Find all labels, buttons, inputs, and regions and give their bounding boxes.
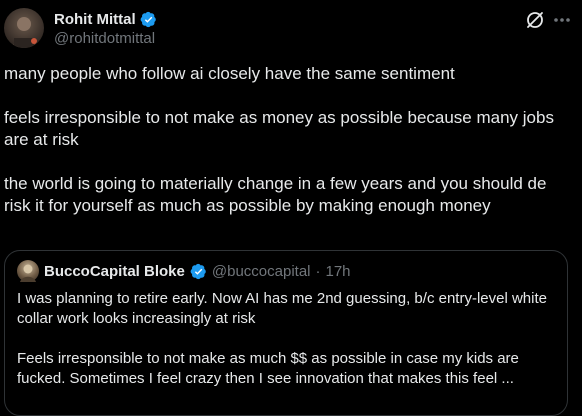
- more-icon[interactable]: [552, 10, 572, 30]
- quoted-paragraph: I was planning to retire early. Now AI h…: [17, 290, 547, 327]
- verified-badge-icon[interactable]: [140, 11, 157, 28]
- quoted-author-display-name[interactable]: BuccoCapital Bloke: [44, 263, 185, 280]
- quoted-tweet[interactable]: BuccoCapital Bloke @buccocapital · 17h I…: [4, 250, 568, 416]
- author-display-name[interactable]: Rohit Mittal: [54, 11, 136, 28]
- separator-dot: ·: [315, 262, 321, 280]
- quoted-author-avatar[interactable]: [17, 260, 39, 282]
- author-info: Rohit Mittal @rohitdotmittal: [54, 9, 157, 47]
- quoted-tweet-header: BuccoCapital Bloke @buccocapital · 17h: [17, 260, 351, 282]
- author-avatar[interactable]: [4, 8, 44, 48]
- quoted-paragraph: Feels irresponsible to not make as much …: [17, 350, 519, 387]
- author-name-row: Rohit Mittal: [54, 9, 157, 29]
- tweet-paragraph: feels irresponsible to not make as money…: [4, 108, 554, 149]
- tweet-paragraph: many people who follow ai closely have t…: [4, 64, 455, 83]
- tweet: Rohit Mittal @rohitdotmittal many people…: [0, 0, 582, 416]
- avatar-image: [12, 17, 37, 48]
- author-handle[interactable]: @rohitdotmittal: [54, 30, 157, 47]
- quoted-tweet-text: I was planning to retire early. Now AI h…: [17, 289, 557, 389]
- tweet-text: many people who follow ai closely have t…: [4, 63, 570, 217]
- verified-badge-icon[interactable]: [190, 263, 207, 280]
- quoted-author-handle[interactable]: @buccocapital: [212, 263, 311, 280]
- grok-icon[interactable]: [524, 9, 546, 31]
- quoted-tweet-timestamp[interactable]: 17h: [326, 263, 351, 280]
- tweet-paragraph: the world is going to materially change …: [4, 174, 547, 215]
- quoted-avatar-image: [20, 264, 36, 282]
